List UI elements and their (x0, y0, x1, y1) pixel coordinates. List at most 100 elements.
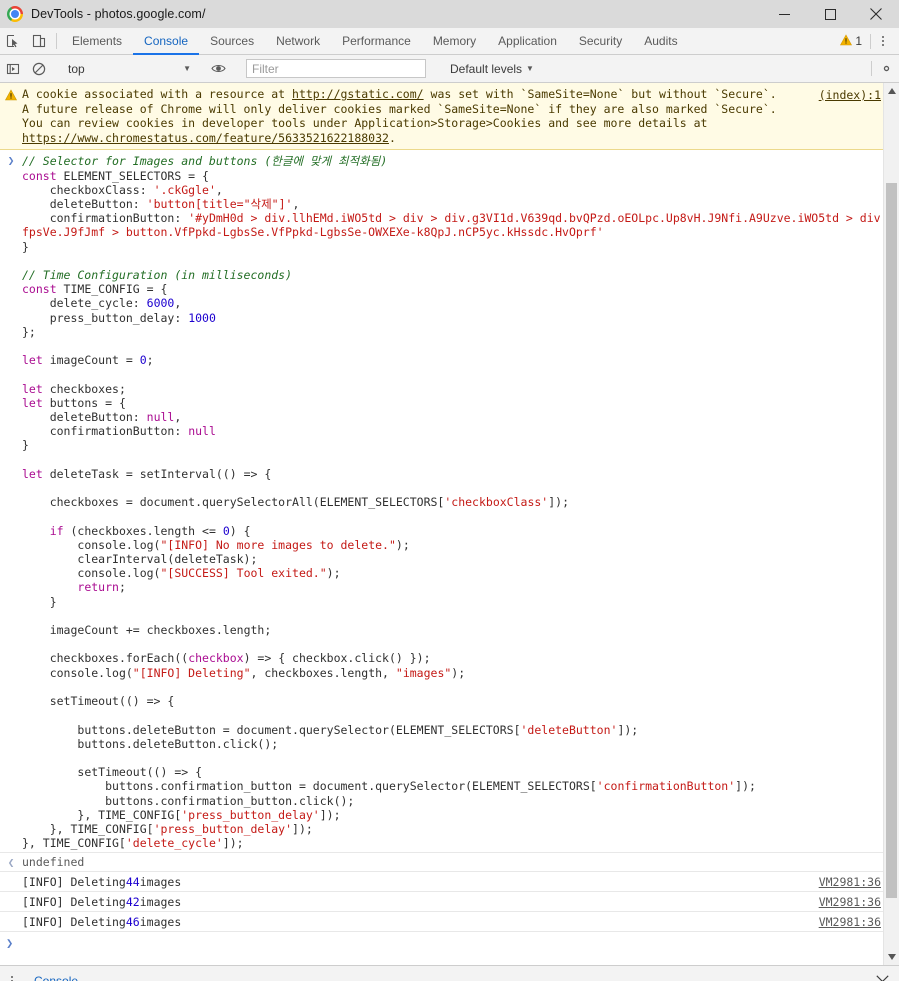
code-token: confirmationButton: (22, 211, 189, 226)
live-expression-icon[interactable] (205, 61, 231, 76)
kebab-menu-icon[interactable] (871, 36, 895, 46)
code-token: if (49, 523, 64, 538)
code-token: 'deleteButton' (520, 722, 618, 737)
close-button[interactable] (853, 0, 899, 28)
close-icon[interactable] (876, 974, 899, 981)
log-levels-select[interactable]: Default levels ▼ (450, 62, 534, 76)
chevron-right-icon: ❯ (6, 936, 14, 951)
tab-performance[interactable]: Performance (331, 28, 422, 54)
code-token: , (215, 182, 223, 197)
gear-icon[interactable] (879, 61, 894, 76)
warning-counter[interactable]: 1 (840, 33, 870, 49)
log-suffix: images (139, 894, 182, 909)
result-value: undefined (22, 855, 85, 870)
code-token: 0 (222, 523, 230, 538)
console-log-row[interactable]: [INFO] Deleting 42 images VM2981:36 (0, 892, 899, 913)
code-token: } (22, 594, 57, 609)
code-token: deleteButton: (22, 410, 147, 425)
code-token: return (77, 580, 119, 595)
chromestatus-link[interactable]: https://www.chromestatus.com/feature/563… (22, 131, 389, 145)
code-token: '.ckGgle' (153, 182, 216, 197)
code-token: deleteTask = setInterval(() => { (42, 466, 272, 481)
warning-triangle-icon (0, 87, 22, 145)
tab-sources[interactable]: Sources (199, 28, 265, 54)
console-scrollbar[interactable] (883, 83, 899, 965)
window-title: DevTools - photos.google.com/ (31, 7, 206, 21)
clear-console-icon[interactable] (26, 62, 52, 76)
window-controls (761, 0, 899, 28)
code-token: "[INFO] No more images to delete." (160, 537, 396, 552)
console-prompt-row[interactable]: ❯ (0, 932, 899, 954)
console-warning-message[interactable]: A cookie associated with a resource at h… (0, 83, 899, 151)
toolbar-divider (871, 61, 872, 76)
console-result-row: ❮ undefined (0, 852, 899, 873)
log-source-link[interactable]: VM2981:36 (819, 915, 881, 929)
scroll-thumb[interactable] (886, 183, 897, 898)
code-token: checkboxClass: (22, 182, 154, 197)
code-token: let (22, 353, 43, 368)
minimize-button[interactable] (761, 0, 807, 28)
code-token: console.log( (22, 566, 161, 581)
tab-console[interactable]: Console (133, 28, 200, 55)
code-token: const (22, 282, 57, 297)
log-source-link[interactable]: VM2981:36 (819, 895, 881, 909)
execution-context-value: top (68, 61, 85, 76)
code-token: ; (118, 580, 126, 595)
code-token: 'press_button_delay' (153, 821, 293, 836)
log-count: 46 (125, 914, 140, 929)
code-token: 0 (139, 353, 147, 368)
code-token: }, TIME_CONFIG[ (22, 836, 126, 851)
code-token: buttons.confirmation_button = document.q… (22, 779, 597, 794)
console-input-echo[interactable]: ❯ // Selector for Images and buttons (한글… (0, 150, 899, 852)
warning-source-link[interactable]: (index):1 (819, 88, 881, 102)
inspect-element-icon[interactable] (0, 28, 26, 54)
gstatic-link[interactable]: http://gstatic.com/ (292, 87, 424, 101)
devtools-tab-bar: Elements Console Sources Network Perform… (0, 28, 899, 55)
code-token: (checkboxes.length <= (63, 523, 223, 538)
code-token: TIME_CONFIG = { (56, 282, 168, 297)
tab-elements[interactable]: Elements (61, 28, 133, 54)
code-token: // Selector for Images and buttons (한글에 … (22, 154, 388, 169)
code-token: 'checkboxClass' (444, 495, 549, 510)
code-token: 'press_button_delay' (181, 807, 320, 822)
code-token: ]); (735, 779, 756, 794)
console-log-row[interactable]: [INFO] Deleting 44 images VM2981:36 (0, 872, 899, 893)
code-token: , checkboxes.length, (250, 665, 396, 680)
drawer-tab-console[interactable]: Console (24, 966, 88, 981)
log-count: 42 (125, 894, 140, 909)
log-suffix: images (139, 914, 182, 929)
execute-sidebar-icon[interactable] (0, 62, 26, 76)
warning-text-part3: . (388, 130, 396, 145)
code-token: 'delete_cycle' (125, 836, 223, 851)
code-token: ); (326, 566, 341, 581)
scroll-up-arrow-icon[interactable] (884, 83, 899, 99)
maximize-button[interactable] (807, 0, 853, 28)
log-count: 44 (125, 874, 140, 889)
filter-input[interactable]: Filter (246, 59, 426, 78)
tab-memory[interactable]: Memory (422, 28, 487, 54)
warning-message-text: A cookie associated with a resource at h… (22, 87, 899, 145)
console-log-row[interactable]: [INFO] Deleting 46 images VM2981:36 (0, 912, 899, 933)
code-token: checkbox (188, 651, 244, 666)
tab-network[interactable]: Network (265, 28, 331, 54)
code-token: ]); (292, 821, 313, 836)
tab-security[interactable]: Security (568, 28, 633, 54)
tab-audits[interactable]: Audits (633, 28, 688, 54)
tab-application[interactable]: Application (487, 28, 568, 54)
console-message-list[interactable]: A cookie associated with a resource at h… (0, 83, 899, 965)
code-token: clearInterval(deleteTask); (22, 552, 258, 567)
chevron-down-icon: ▼ (183, 63, 191, 73)
code-token: "[INFO] Deleting" (132, 665, 251, 680)
code-token: 'button[title="삭제"]' (146, 196, 293, 211)
code-token: // Time Configuration (in milliseconds) (22, 268, 293, 282)
execution-context-select[interactable]: top ▼ (61, 59, 196, 78)
device-toolbar-icon[interactable] (26, 28, 52, 54)
code-token: setTimeout(() => { (22, 765, 203, 780)
code-token: 1000 (188, 310, 216, 325)
kebab-menu-icon[interactable] (0, 976, 24, 981)
log-source-link[interactable]: VM2981:36 (819, 875, 881, 889)
code-token: ]); (222, 836, 244, 851)
scroll-down-arrow-icon[interactable] (884, 949, 899, 965)
code-token: null (188, 424, 216, 439)
